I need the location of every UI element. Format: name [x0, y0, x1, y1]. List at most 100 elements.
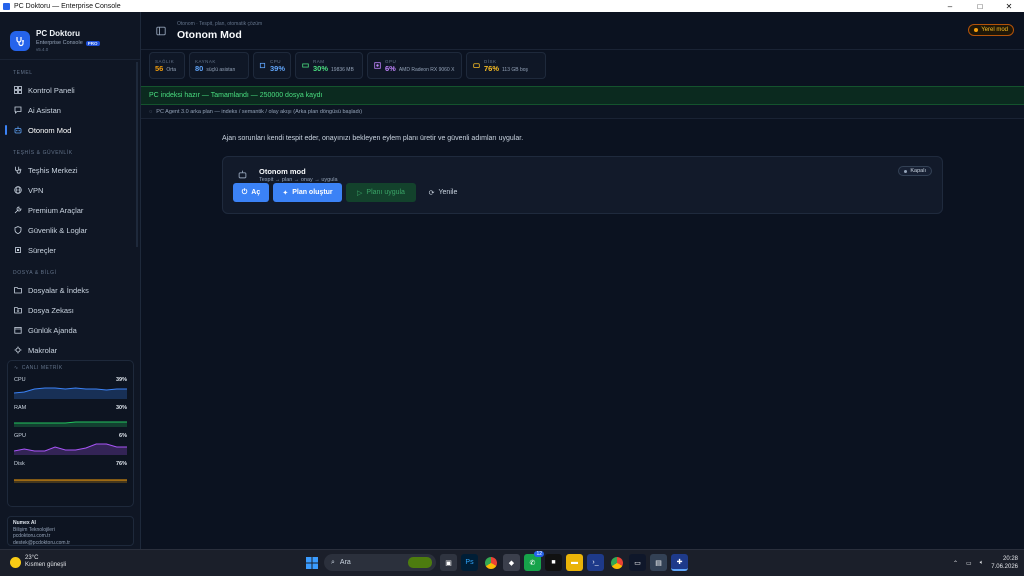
chrome-icon[interactable] — [482, 554, 499, 571]
weather-temp: 23°C — [25, 555, 39, 561]
sidebar-item-kontrol-paneli[interactable]: Kontrol Paneli — [0, 80, 140, 100]
sidebar-item-label: Premium Araçlar — [28, 205, 84, 215]
apply-plan-label: Planı uygula — [366, 189, 405, 196]
maximize-button[interactable]: □ — [965, 0, 995, 12]
wrench-icon — [13, 206, 22, 215]
agent-status-line: ◌ PC Agent 3.0 arka plan — indeks / sema… — [141, 105, 1024, 119]
refresh-icon: ⟳ — [428, 189, 435, 197]
terminal-icon[interactable]: ▭ — [629, 554, 646, 571]
app-window: PC Doktoru Enterprise Console PRO v5.4.0 … — [0, 12, 1024, 549]
create-plan-button[interactable]: ✦ Plan oluştur — [273, 183, 342, 202]
pc-doktoru-taskbar-icon[interactable]: ✚ — [671, 554, 688, 571]
metric-value: 30% — [115, 405, 127, 411]
sidebar: PC Doktoru Enterprise Console PRO v5.4.0 … — [0, 12, 141, 549]
sidebar-item-label: Kontrol Paneli — [28, 85, 75, 95]
section-label-temel: TEMEL — [13, 70, 33, 76]
window-title: PC Doktoru — Enterprise Console — [14, 2, 121, 10]
sidebar-item-vpn[interactable]: VPN — [0, 180, 140, 200]
sidebar-toggle-button[interactable] — [155, 25, 167, 37]
brand: PC Doktoru Enterprise Console PRO v5.4.0 — [0, 12, 140, 60]
sidebar-item-gunluk-ajanda[interactable]: Günlük Ajanda — [0, 320, 140, 340]
photoshop-icon[interactable]: Ps — [461, 554, 478, 571]
autonomous-mode-card: Otonom mod Tespit → plan → onay → uygula… — [222, 156, 943, 214]
grid-icon — [13, 86, 22, 95]
brand-name: PC Doktoru — [36, 29, 80, 38]
sparkle-icon: ✦ — [282, 189, 289, 197]
calendar-icon — [13, 326, 22, 335]
metric-label: RAM — [14, 405, 27, 411]
sidebar-item-otonom-mod[interactable]: Otonom Mod — [0, 120, 140, 140]
app-icon[interactable]: ◆ — [503, 554, 520, 571]
sun-icon — [10, 556, 21, 568]
whatsapp-icon[interactable]: ✆ 12 — [524, 551, 544, 571]
sidebar-item-label: Süreçler — [28, 245, 56, 255]
sync-icon: ◌ — [149, 108, 153, 115]
apply-plan-button[interactable]: ▷ Planı uygula — [346, 183, 416, 202]
search-icon: ⌕ — [331, 558, 335, 566]
local-mode-badge: Yerel mod — [968, 24, 1014, 36]
brand-subtitle: Enterprise Console — [36, 40, 83, 46]
live-metrics-panel: ∿ CANLI METRİK CPU 39% RAM 30% GPU 6% Disk 76… — [7, 360, 134, 507]
app-icon — [3, 2, 10, 10]
gpu-sparkline — [14, 443, 127, 455]
minimize-button[interactable]: – — [935, 0, 965, 12]
refresh-button[interactable]: ⟳ Yenile — [423, 183, 463, 202]
sidebar-scrollbar[interactable] — [136, 62, 138, 247]
task-view-icon[interactable]: ▣ — [440, 554, 457, 571]
globe-icon — [13, 186, 22, 195]
gpu-icon — [373, 62, 381, 70]
brand-version: v5.4.0 — [36, 47, 49, 52]
local-mode-label: Yerel mod — [981, 27, 1008, 33]
volume-icon[interactable]: 🔈︎ — [980, 560, 984, 567]
company-info: Numex AI Bilişim Teknolojileri pcdoktoru… — [7, 516, 134, 546]
breadcrumb: Otonom · Tespit, plan, otomatik çözüm — [177, 20, 263, 27]
sidebar-item-label: Makrolar — [28, 345, 58, 355]
open-button-label: Aç — [251, 189, 261, 196]
stat-kaynak: KAYNAK 80 süçlü asistan — [189, 52, 249, 79]
close-button[interactable]: ✕ — [994, 0, 1024, 12]
sidebar-item-dosyalar-indeks[interactable]: Dosyalar & İndeks — [0, 280, 140, 300]
live-metrics-title: CANLI METRİK — [21, 365, 63, 371]
pro-badge: PRO — [85, 40, 100, 46]
terminal-app-icon[interactable]: ■ — [545, 554, 562, 571]
metric-label: CPU — [14, 377, 26, 383]
main-content: Otonom · Tespit, plan, otomatik çözüm Ot… — [141, 12, 1024, 549]
taskbar-apps: ⌕ Ara ▣ Ps ◆ ✆ 12 ■ ▬ ›_ ▭ ▤ ✚ — [303, 551, 688, 571]
sidebar-item-ai-asistan[interactable]: Ai Asistan — [0, 100, 140, 120]
stat-value: 39% — [270, 63, 286, 73]
stats-bar: SAĞLIK 56 Orta KAYNAK 80 süçlü asistan CPU… — [149, 52, 1019, 79]
chat-icon — [13, 106, 22, 115]
start-button[interactable] — [303, 554, 320, 571]
powershell-icon[interactable]: ›_ — [587, 554, 604, 571]
sidebar-item-guvenlik-loglar[interactable]: Güvenlik & Loglar — [0, 220, 140, 240]
state-badge: Kapalı — [898, 166, 932, 176]
sidebar-item-dosya-zekasi[interactable]: Dosya Zekası — [0, 300, 140, 320]
clock[interactable]: 20:28 7.06.2026 — [991, 555, 1018, 571]
monitor-app-icon[interactable]: ▤ — [650, 554, 667, 571]
open-button[interactable]: ⏻ Aç — [233, 183, 269, 202]
network-icon[interactable]: ▭ — [966, 560, 972, 567]
taskbar-search[interactable]: ⌕ Ara — [324, 554, 436, 571]
file-explorer-icon[interactable]: ▬ — [566, 554, 583, 571]
metric-label: Disk — [14, 461, 25, 467]
status-dot — [974, 28, 979, 32]
chevron-up-icon[interactable]: ⌃ — [953, 560, 958, 567]
sidebar-item-premium-araclar[interactable]: Premium Araçlar — [0, 200, 140, 220]
sidebar-item-makrolar[interactable]: Makrolar — [0, 340, 140, 360]
stat-cpu: CPU 39% — [253, 52, 291, 79]
chrome-profile-icon[interactable] — [608, 554, 625, 571]
sidebar-item-label: Ai Asistan — [28, 105, 61, 115]
company-email-link[interactable]: destek@pcdoktoru.com.tr — [13, 540, 128, 547]
state-label: Kapalı — [910, 168, 926, 174]
weather-widget[interactable]: 23°C Kısmen güneşli — [10, 555, 66, 569]
play-icon: ▷ — [357, 189, 363, 197]
sidebar-item-surecler[interactable]: Süreçler — [0, 240, 140, 260]
sidebar-item-teshis-merkezi[interactable]: Teşhis Merkezi — [0, 160, 140, 180]
refresh-label: Yenile — [438, 189, 458, 196]
stat-saglik: SAĞLIK 56 Orta — [149, 52, 185, 79]
search-highlight-image — [408, 557, 432, 568]
agent-status-text: PC Agent 3.0 arka plan — indeks / semant… — [156, 108, 363, 115]
index-status-banner: PC indeksi hazır — Tamamlandı — 250000 d… — [141, 86, 1024, 105]
macro-icon — [13, 346, 22, 355]
stat-ram: RAM 30% 19836 MB — [295, 52, 363, 79]
